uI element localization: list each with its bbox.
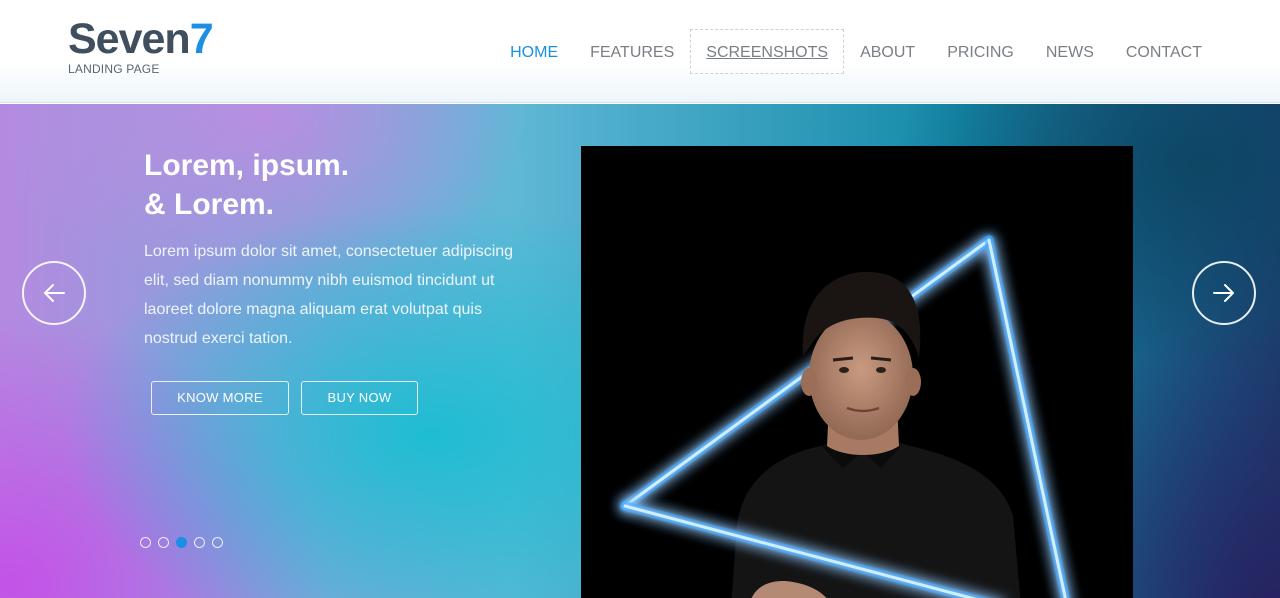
know-more-button[interactable]: KNOW MORE bbox=[151, 381, 289, 415]
nav-item-contact[interactable]: CONTACT bbox=[1110, 29, 1218, 74]
hero-title-line2: & Lorem. bbox=[144, 188, 275, 221]
logo-wordmark: Seven7 bbox=[68, 15, 214, 63]
hero-title-line1: Lorem, ipsum. bbox=[144, 149, 350, 182]
logo-accent: 7 bbox=[189, 15, 214, 63]
nav-item-features[interactable]: FEATURES bbox=[574, 29, 690, 74]
hero-slider: Lorem, ipsum. & Lorem. Lorem ipsum dolor… bbox=[0, 104, 1280, 598]
prev-slide-button[interactable] bbox=[22, 261, 86, 325]
nav-item-about[interactable]: ABOUT bbox=[844, 29, 931, 74]
next-slide-button[interactable] bbox=[1192, 261, 1256, 325]
portrait-with-neon-triangle bbox=[620, 235, 1070, 598]
slider-dot-1[interactable] bbox=[140, 537, 151, 548]
nav-item-news[interactable]: NEWS bbox=[1030, 29, 1110, 74]
slider-pagination bbox=[140, 537, 223, 548]
logo-tagline: LANDING PAGE bbox=[68, 62, 160, 76]
logo-name: Seven bbox=[68, 15, 191, 63]
arrow-left-icon bbox=[44, 284, 65, 302]
slider-dot-4[interactable] bbox=[194, 537, 205, 548]
site-header: Seven7 LANDING PAGE HOME FEATURES SCREEN… bbox=[0, 0, 1280, 103]
main-nav: HOME FEATURES SCREENSHOTS ABOUT PRICING … bbox=[494, 29, 1218, 74]
logo[interactable]: Seven7 LANDING PAGE bbox=[68, 15, 214, 76]
buy-now-button[interactable]: BUY NOW bbox=[301, 381, 418, 415]
hero-description: Lorem ipsum dolor sit amet, consectetuer… bbox=[144, 243, 514, 347]
hero-title: Lorem, ipsum. & Lorem. bbox=[144, 146, 544, 224]
nav-item-home[interactable]: HOME bbox=[494, 29, 574, 74]
slider-dot-5[interactable] bbox=[212, 537, 223, 548]
slider-dot-2[interactable] bbox=[158, 537, 169, 548]
arrow-right-icon bbox=[1213, 284, 1234, 302]
nav-item-pricing[interactable]: PRICING bbox=[931, 29, 1030, 74]
slider-dot-3[interactable] bbox=[176, 537, 187, 548]
nav-item-screenshots[interactable]: SCREENSHOTS bbox=[690, 29, 845, 74]
hero-image bbox=[581, 146, 1133, 598]
